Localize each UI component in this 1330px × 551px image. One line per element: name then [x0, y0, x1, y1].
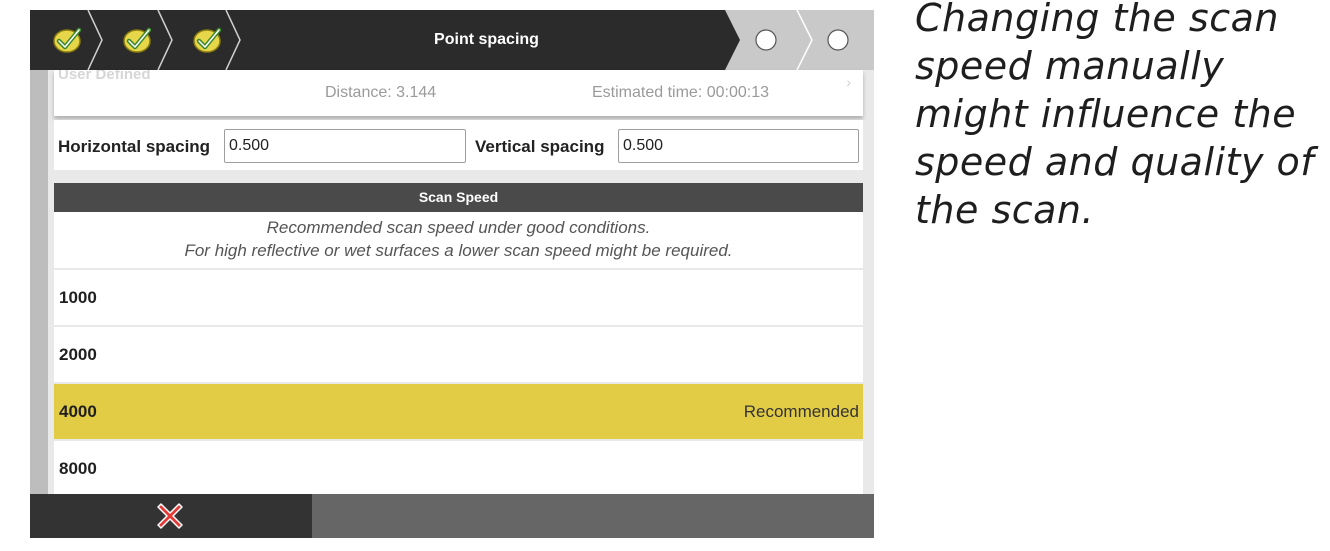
scan-speed-option-8000[interactable]: 8000	[54, 441, 863, 496]
step-2-complete-icon[interactable]	[117, 19, 159, 61]
cancel-button[interactable]	[152, 498, 188, 534]
scan-summary-row[interactable]: User Defined Distance: 3.144 Estimated t…	[54, 70, 863, 116]
scan-wizard-panel: Point spacing User Defined Distance: 3.1…	[30, 10, 874, 538]
point-spacing-row: Horizontal spacing Vertical spacing	[54, 120, 863, 170]
scan-speed-note-line-1: Recommended scan speed under good condit…	[266, 218, 651, 237]
distance-value: Distance: 3.144	[325, 84, 437, 101]
scan-speed-option-2000[interactable]: 2000	[54, 327, 863, 382]
scan-settings-content: User Defined Distance: 3.144 Estimated t…	[48, 70, 874, 496]
preset-name: User Defined	[58, 70, 151, 83]
chevron-right-icon: ›	[846, 74, 851, 90]
vertical-spacing-input[interactable]	[618, 129, 859, 163]
scan-speed-option-4000[interactable]: 4000 Recommended	[54, 384, 863, 439]
horizontal-spacing-input[interactable]	[224, 129, 466, 163]
wizard-title: Point spacing	[434, 31, 539, 48]
step-4-pending-circle-icon[interactable]	[754, 28, 778, 52]
scan-speed-value: 4000	[59, 402, 97, 421]
step-5-pending-circle-icon[interactable]	[826, 28, 850, 52]
recommended-tag: Recommended	[743, 402, 859, 421]
estimated-time-value: Estimated time: 00:00:13	[592, 84, 769, 101]
footer-next-area	[312, 494, 874, 538]
help-caption: Changing the scan speed manually might i…	[915, 0, 1315, 232]
scan-speed-option-1000[interactable]: 1000	[54, 270, 863, 325]
wizard-step-bar: Point spacing	[30, 10, 874, 70]
scan-speed-value: 1000	[59, 288, 97, 307]
scan-speed-header: Scan Speed	[54, 183, 863, 212]
scan-speed-note: Recommended scan speed under good condit…	[54, 212, 863, 268]
scan-speed-value: 8000	[59, 459, 97, 478]
horizontal-spacing-label: Horizontal spacing	[58, 137, 211, 156]
vertical-spacing-label: Vertical spacing	[475, 137, 605, 156]
scan-speed-note-line-2: For high reflective or wet surfaces a lo…	[184, 241, 733, 260]
scan-speed-value: 2000	[59, 345, 97, 364]
step-1-complete-icon[interactable]	[47, 19, 89, 61]
step-3-complete-icon[interactable]	[187, 19, 229, 61]
close-x-icon	[157, 503, 183, 529]
footer-cancel-area	[30, 494, 312, 538]
